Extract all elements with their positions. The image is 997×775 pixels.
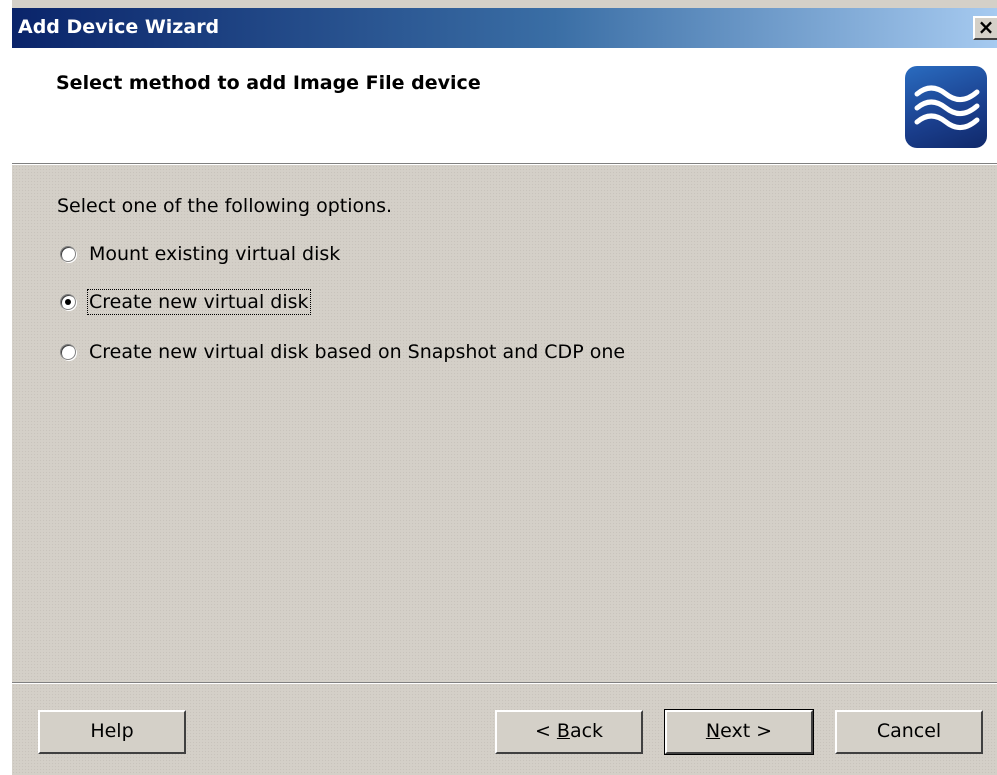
wizard-footer: Help < Back Next > Cancel	[12, 684, 997, 775]
title-bar[interactable]: Add Device Wizard ×	[12, 8, 997, 48]
help-button-label: Help	[90, 720, 134, 742]
option-create-new[interactable]: Create new virtual disk	[60, 287, 311, 317]
cancel-button-label: Cancel	[876, 720, 942, 742]
page-title: Select method to add Image File device	[56, 72, 481, 94]
close-icon: ×	[977, 15, 995, 39]
radio-button[interactable]	[60, 246, 76, 262]
close-button[interactable]: ×	[973, 16, 997, 40]
option-label: Create new virtual disk based on Snapsho…	[89, 341, 626, 363]
waves-logo-icon	[905, 66, 987, 148]
cancel-button[interactable]: Cancel	[835, 710, 983, 754]
wizard-body: Select one of the following options. Mou…	[12, 165, 997, 680]
radio-button-selected[interactable]	[60, 294, 76, 310]
back-button-accel: B	[556, 720, 570, 742]
instruction-text: Select one of the following options.	[57, 195, 393, 217]
option-create-from-snapshot[interactable]: Create new virtual disk based on Snapsho…	[60, 337, 626, 367]
wizard-window: Add Device Wizard × Select method to add…	[0, 0, 997, 775]
next-button-accel: N	[705, 720, 721, 742]
window-title: Add Device Wizard	[18, 16, 220, 38]
back-button-rest: ack	[569, 720, 604, 742]
next-button[interactable]: Next >	[664, 709, 814, 755]
option-mount-existing[interactable]: Mount existing virtual disk	[60, 239, 341, 269]
back-button[interactable]: < Back	[495, 710, 643, 754]
back-button-prefix: <	[534, 720, 557, 742]
wizard-header: Select method to add Image File device	[12, 48, 997, 164]
next-button-rest: ext >	[720, 720, 773, 742]
option-label: Mount existing virtual disk	[89, 243, 341, 265]
help-button[interactable]: Help	[38, 710, 186, 754]
radio-button[interactable]	[60, 344, 76, 360]
option-label: Create new virtual disk	[87, 289, 311, 315]
